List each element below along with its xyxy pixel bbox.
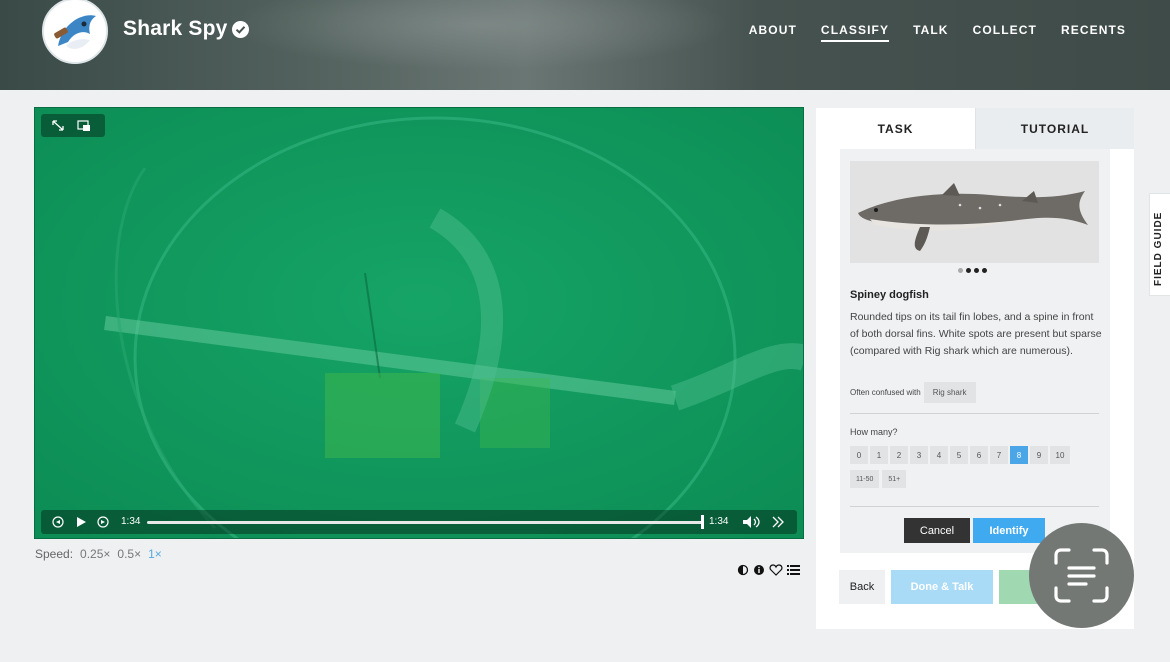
scrubber-handle[interactable] — [701, 515, 704, 529]
skip-forward-icon[interactable] — [771, 516, 785, 528]
video-scrubber[interactable] — [147, 521, 703, 524]
subject-meta-tools — [737, 564, 800, 576]
count-option-3[interactable]: 3 — [910, 446, 928, 464]
volume-icon[interactable] — [741, 515, 761, 529]
nav-classify[interactable]: CLASSIFY — [820, 23, 890, 42]
underwater-scene — [35, 108, 803, 538]
subject-video[interactable]: 1:34 1:34 — [34, 107, 804, 539]
done-and-talk-button[interactable]: Done & Talk — [891, 570, 993, 604]
confused-with: Often confused with Rig shark — [850, 382, 976, 403]
video-tools — [41, 114, 105, 137]
speed-option-025[interactable]: 0.25× — [80, 547, 110, 561]
collections-list-icon[interactable] — [787, 564, 800, 576]
species-description: Rounded tips on its tail fin lobes, and … — [850, 311, 1102, 357]
count-option-6[interactable]: 6 — [970, 446, 988, 464]
divider — [850, 506, 1099, 507]
favorite-heart-icon[interactable] — [769, 564, 783, 576]
carousel-dot[interactable] — [958, 268, 963, 273]
confused-species-chip[interactable]: Rig shark — [923, 382, 976, 403]
count-option-10[interactable]: 10 — [1050, 446, 1070, 464]
rewind-icon[interactable] — [51, 515, 65, 529]
speed-option-1[interactable]: 1× — [148, 547, 162, 561]
current-time: 1:34 — [121, 516, 141, 527]
speed-label: Speed: — [35, 547, 74, 561]
count-option-8[interactable]: 8 — [1010, 446, 1028, 464]
project-title[interactable]: Shark Spy — [123, 17, 228, 41]
count-option-9[interactable]: 9 — [1030, 446, 1048, 464]
count-range-options: 11-50 51+ — [850, 470, 907, 488]
count-option-1[interactable]: 1 — [870, 446, 888, 464]
verified-badge-icon — [232, 21, 249, 38]
carousel-dot[interactable] — [966, 268, 971, 273]
count-option-5[interactable]: 5 — [950, 446, 968, 464]
fast-forward-icon[interactable] — [96, 515, 110, 529]
nav-talk[interactable]: TALK — [913, 23, 949, 42]
nav-about[interactable]: ABOUT — [749, 23, 797, 42]
carousel-dot[interactable] — [982, 268, 987, 273]
nav-collect[interactable]: COLLECT — [973, 23, 1037, 42]
species-photo[interactable] — [850, 161, 1099, 263]
expand-icon[interactable] — [51, 119, 65, 132]
duration-time: 1:34 — [709, 516, 729, 527]
confused-label: Often confused with — [850, 388, 921, 397]
back-button[interactable]: Back — [839, 570, 885, 604]
speed-selector: Speed: 0.25× 0.5× 1× — [35, 547, 162, 561]
image-carousel-dots — [958, 268, 987, 273]
species-name: Spiney dogfish — [850, 289, 929, 301]
field-guide-label: FIELD GUIDE — [1153, 211, 1164, 286]
scan-text-icon — [1054, 548, 1109, 603]
picture-in-picture-icon[interactable] — [77, 120, 91, 132]
project-nav: ABOUT CLASSIFY TALK COLLECT RECENTS — [749, 23, 1126, 42]
video-controls: 1:34 1:34 — [41, 510, 797, 534]
count-option-51-plus[interactable]: 51+ — [882, 470, 907, 488]
count-option-11-50[interactable]: 11-50 — [850, 470, 880, 488]
count-options: 0 1 2 3 4 5 6 7 8 9 10 — [850, 446, 1070, 464]
count-option-0[interactable]: 0 — [850, 446, 868, 464]
carousel-dot[interactable] — [974, 268, 979, 273]
how-many-label: How many? — [850, 427, 898, 437]
identify-button[interactable]: Identify — [973, 518, 1045, 543]
panel-tabs: TASK TUTORIAL — [816, 108, 1134, 149]
speed-option-05[interactable]: 0.5× — [117, 547, 141, 561]
field-guide-tab[interactable]: FIELD GUIDE — [1149, 193, 1170, 296]
species-detail: Spiney dogfish Rounded tips on its tail … — [840, 149, 1110, 553]
project-header: Shark Spy ABOUT CLASSIFY TALK COLLECT RE… — [0, 0, 1170, 90]
count-option-7[interactable]: 7 — [990, 446, 1008, 464]
text-scan-button[interactable] — [1029, 523, 1134, 628]
cancel-button[interactable]: Cancel — [904, 518, 970, 543]
count-option-2[interactable]: 2 — [890, 446, 908, 464]
count-option-4[interactable]: 4 — [930, 446, 948, 464]
tab-task[interactable]: TASK — [816, 108, 975, 149]
invert-colors-icon[interactable] — [737, 564, 749, 576]
play-icon[interactable] — [75, 516, 87, 528]
project-logo-avatar[interactable] — [42, 0, 108, 64]
tab-tutorial[interactable]: TUTORIAL — [975, 108, 1134, 149]
divider — [850, 413, 1099, 414]
info-icon[interactable] — [753, 564, 765, 576]
nav-recents[interactable]: RECENTS — [1061, 23, 1126, 42]
